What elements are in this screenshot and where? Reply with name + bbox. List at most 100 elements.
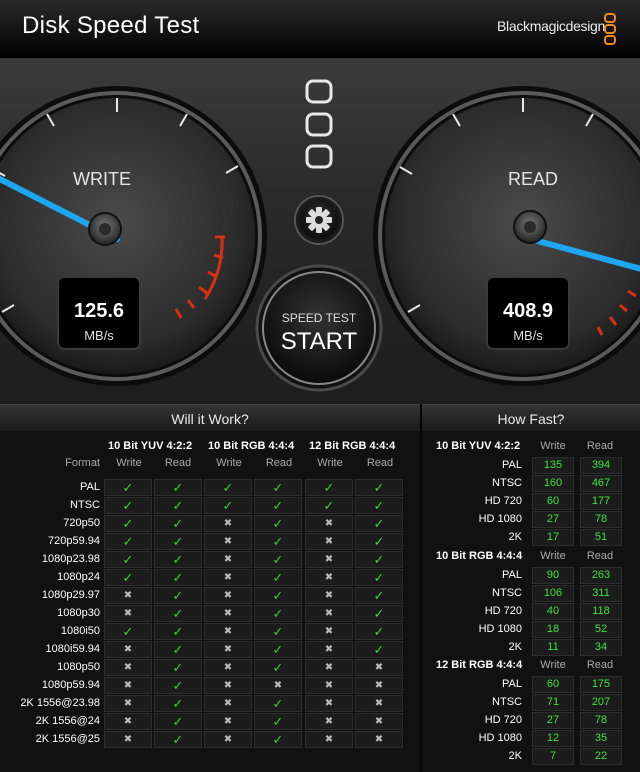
check-icon: ✓ bbox=[355, 641, 403, 658]
ww-table-row: 2K 1556@24 ✖ ✓ ✖ ✓ ✖ ✖ bbox=[8, 713, 420, 730]
hf-row-label: 2K bbox=[508, 641, 522, 653]
read-speed-unit: MB/s bbox=[513, 328, 543, 343]
title-bar: Disk Speed Test Blackmagicdesign bbox=[0, 0, 640, 59]
hf-table-row: NTSC 160 467 bbox=[430, 475, 640, 492]
hf-read-value: 78 bbox=[580, 712, 622, 729]
gauge-panel: WRITE 125.6 MB/s READ 408.9 MB/s SPEED T… bbox=[0, 59, 640, 404]
cross-icon: ✖ bbox=[305, 569, 353, 586]
cross-icon: ✖ bbox=[204, 641, 252, 658]
cross-icon: ✖ bbox=[305, 695, 353, 712]
how-fast-title: How Fast? bbox=[497, 411, 565, 427]
check-icon: ✓ bbox=[355, 623, 403, 640]
format-label: NTSC bbox=[70, 499, 100, 511]
hf-table-row: HD 720 40 118 bbox=[430, 603, 640, 620]
check-icon: ✓ bbox=[154, 641, 202, 658]
format-label: 1080p59.94 bbox=[41, 679, 100, 691]
gauges-svg: WRITE 125.6 MB/s READ 408.9 MB/s SPEED T… bbox=[0, 79, 640, 392]
hf-row-label: NTSC bbox=[492, 587, 522, 599]
cross-icon: ✖ bbox=[204, 659, 252, 676]
format-label: 720p50 bbox=[63, 517, 100, 529]
how-fast-header: How Fast? bbox=[422, 404, 640, 431]
ww-table-row: 2K 1556@23.98 ✖ ✓ ✖ ✓ ✖ ✖ bbox=[8, 695, 420, 712]
ww-table-row: 2K 1556@25 ✖ ✓ ✖ ✓ ✖ ✖ bbox=[8, 731, 420, 748]
hf-table-row: 2K 7 22 bbox=[430, 748, 640, 765]
format-label: 1080p29.97 bbox=[41, 589, 100, 601]
cross-icon: ✖ bbox=[104, 659, 152, 676]
hf-table-row: HD 1080 18 52 bbox=[430, 621, 640, 638]
check-icon: ✓ bbox=[104, 479, 152, 496]
write-gauge: WRITE 125.6 MB/s bbox=[0, 86, 267, 386]
check-icon: ✓ bbox=[104, 569, 152, 586]
read-label: READ bbox=[508, 169, 558, 189]
ww-table-row: 720p59.94 ✓ ✓ ✖ ✓ ✖ ✓ bbox=[8, 533, 420, 550]
check-icon: ✓ bbox=[204, 479, 252, 496]
format-label: 1080p30 bbox=[57, 607, 100, 619]
hf-read-value: 175 bbox=[580, 676, 622, 693]
cross-icon: ✖ bbox=[305, 677, 353, 694]
hf-write-value: 7 bbox=[532, 748, 574, 765]
hf-row-label: HD 1080 bbox=[478, 513, 522, 525]
ww-table-row: 720p50 ✓ ✓ ✖ ✓ ✖ ✓ bbox=[8, 515, 420, 532]
hf-group-title: 10 Bit YUV 4:2:2 bbox=[436, 440, 521, 452]
check-icon: ✓ bbox=[154, 659, 202, 676]
hf-table-row: PAL 60 175 bbox=[430, 676, 640, 693]
check-icon: ✓ bbox=[154, 497, 202, 514]
hf-row-label: HD 1080 bbox=[478, 623, 522, 635]
hf-read-value: 177 bbox=[580, 493, 622, 510]
table-divider bbox=[420, 404, 422, 772]
ww-table-row: 1080p30 ✖ ✓ ✖ ✓ ✖ ✓ bbox=[8, 605, 420, 622]
check-icon: ✓ bbox=[254, 695, 302, 712]
start-button[interactable]: SPEED TEST START bbox=[255, 264, 383, 392]
hf-row-label: 2K bbox=[508, 531, 522, 543]
ww-table-row: NTSC ✓ ✓ ✓ ✓ ✓ ✓ bbox=[8, 497, 420, 514]
hf-read-value: 263 bbox=[580, 567, 622, 584]
hf-table-row: HD 1080 12 35 bbox=[430, 730, 640, 747]
hf-write-value: 12 bbox=[532, 730, 574, 747]
cross-icon: ✖ bbox=[254, 677, 302, 694]
cross-icon: ✖ bbox=[305, 659, 353, 676]
target-drive-selector-icon[interactable] bbox=[305, 79, 333, 169]
hf-row-label: HD 720 bbox=[484, 605, 522, 617]
cross-icon: ✖ bbox=[104, 641, 152, 658]
ww-subhead-read-1: Read bbox=[164, 457, 192, 469]
check-icon: ✓ bbox=[104, 497, 152, 514]
check-icon: ✓ bbox=[104, 533, 152, 550]
cross-icon: ✖ bbox=[104, 713, 152, 730]
check-icon: ✓ bbox=[254, 569, 302, 586]
ww-table-row: 1080p29.97 ✖ ✓ ✖ ✓ ✖ ✓ bbox=[8, 587, 420, 604]
ww-table-row: 1080p24 ✓ ✓ ✖ ✓ ✖ ✓ bbox=[8, 569, 420, 586]
check-icon: ✓ bbox=[154, 605, 202, 622]
cross-icon: ✖ bbox=[305, 623, 353, 640]
hf-row-label: PAL bbox=[502, 678, 522, 690]
check-icon: ✓ bbox=[355, 515, 403, 532]
settings-gear-icon[interactable] bbox=[294, 195, 344, 245]
start-button-label: START bbox=[281, 328, 358, 355]
check-icon: ✓ bbox=[104, 623, 152, 640]
ww-group-3: 12 Bit RGB 4:4:4 bbox=[309, 440, 396, 452]
cross-icon: ✖ bbox=[305, 551, 353, 568]
check-icon: ✓ bbox=[154, 677, 202, 694]
check-icon: ✓ bbox=[154, 479, 202, 496]
cross-icon: ✖ bbox=[305, 605, 353, 622]
cross-icon: ✖ bbox=[104, 605, 152, 622]
check-icon: ✓ bbox=[254, 515, 302, 532]
hf-row-label: NTSC bbox=[492, 477, 522, 489]
hf-write-value: 40 bbox=[532, 603, 574, 620]
read-gauge: READ 408.9 MB/s bbox=[373, 86, 640, 386]
check-icon: ✓ bbox=[154, 569, 202, 586]
format-label: 720p59.94 bbox=[48, 535, 100, 547]
cross-icon: ✖ bbox=[305, 713, 353, 730]
hf-table-row: HD 720 60 177 bbox=[430, 493, 640, 510]
check-icon: ✓ bbox=[104, 551, 152, 568]
hf-table-row: HD 1080 27 78 bbox=[430, 511, 640, 528]
cross-icon: ✖ bbox=[305, 533, 353, 550]
format-label: 1080p50 bbox=[57, 661, 100, 673]
hf-row-label: 2K bbox=[508, 750, 522, 762]
check-icon: ✓ bbox=[154, 587, 202, 604]
check-icon: ✓ bbox=[254, 731, 302, 748]
ww-table-row: 1080p59.94 ✖ ✓ ✖ ✖ ✖ ✖ bbox=[8, 677, 420, 694]
ww-table-row: PAL ✓ ✓ ✓ ✓ ✓ ✓ bbox=[8, 479, 420, 496]
read-speed-value: 408.9 bbox=[503, 300, 553, 322]
hf-read-value: 311 bbox=[580, 585, 622, 602]
hf-read-value: 207 bbox=[580, 694, 622, 711]
